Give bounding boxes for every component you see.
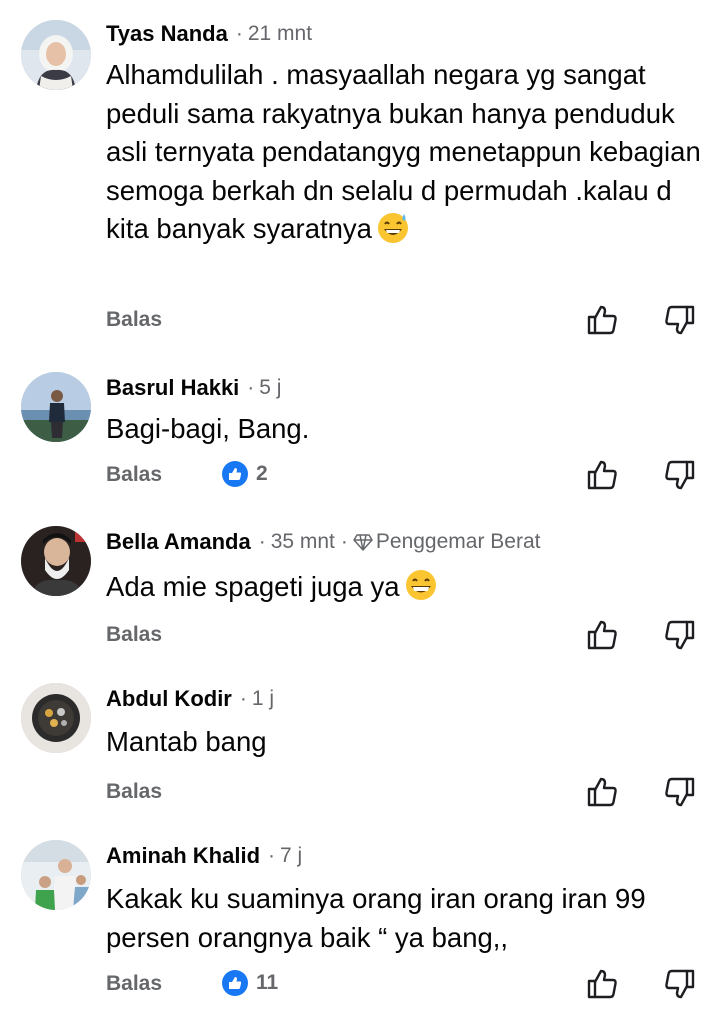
comment-text: Ada mie spageti juga ya [106, 571, 400, 602]
timestamp[interactable]: 21 mnt [248, 22, 312, 46]
reply-button[interactable]: Balas [106, 780, 162, 804]
like-reaction-icon [222, 970, 248, 996]
comment-text: Mantab bang [106, 726, 267, 757]
avatar[interactable] [21, 526, 91, 596]
like-count: 11 [256, 971, 279, 994]
grinning-sweat-emoji-icon [376, 210, 410, 244]
author-name[interactable]: Aminah Khalid [106, 843, 260, 869]
author-name[interactable]: Tyas Nanda [106, 21, 228, 47]
upvote-icon[interactable] [584, 774, 620, 810]
comment-actions: Balas [106, 616, 706, 656]
upvote-icon[interactable] [584, 617, 620, 653]
comment-text: Bagi-bagi, Bang. [106, 413, 310, 444]
reaction-summary[interactable]: 2 [222, 461, 268, 487]
avatar[interactable] [21, 20, 91, 90]
timestamp[interactable]: 1 j [252, 687, 274, 711]
comment-meta: · 1 j [239, 687, 275, 711]
timestamp[interactable]: 35 mnt [271, 530, 335, 554]
downvote-icon[interactable] [662, 774, 698, 810]
comment-meta: · 21 mnt [235, 22, 313, 46]
downvote-icon[interactable] [662, 457, 698, 493]
upvote-icon[interactable] [584, 457, 620, 493]
timestamp[interactable]: 5 j [259, 376, 281, 400]
reply-button[interactable]: Balas [106, 623, 162, 647]
comment-header: Bella Amanda · 35 mnt · Penggemar Berat [106, 526, 541, 558]
comment-header: Tyas Nanda · 21 mnt [106, 18, 312, 50]
reaction-summary[interactable]: 11 [222, 970, 278, 996]
comment-body: Ada mie spageti juga ya [106, 568, 706, 607]
comment-meta: · 5 j [247, 376, 282, 400]
fan-badge: · Penggemar Berat [340, 530, 541, 553]
downvote-icon[interactable] [662, 617, 698, 653]
comment-actions: Balas [106, 301, 706, 341]
comment-actions: Balas 2 [106, 456, 706, 496]
comment-header: Aminah Khalid · 7 j [106, 840, 302, 872]
author-name[interactable]: Abdul Kodir [106, 686, 232, 712]
downvote-icon[interactable] [662, 966, 698, 1002]
upvote-icon[interactable] [584, 966, 620, 1002]
comment-header: Basrul Hakki · 5 j [106, 372, 281, 404]
badge-label: Penggemar Berat [375, 530, 541, 553]
comment-header: Abdul Kodir · 1 j [106, 683, 274, 715]
comment-actions: Balas [106, 773, 706, 813]
comment-body: Mantab bang [106, 723, 706, 762]
upvote-icon[interactable] [584, 302, 620, 338]
reply-button[interactable]: Balas [106, 463, 162, 487]
comment-meta: · 35 mnt · Penggemar Berat [258, 530, 541, 554]
avatar[interactable] [21, 372, 91, 442]
comment-text: Kakak ku suaminya orang iran orang iran … [106, 883, 646, 953]
avatar[interactable] [21, 683, 91, 753]
timestamp[interactable]: 7 j [280, 844, 302, 868]
comment-meta: · 7 j [268, 844, 303, 868]
comment-body: Alhamdulilah . masyaallah negara yg sang… [106, 56, 706, 249]
avatar[interactable] [21, 840, 91, 910]
comment-body: Bagi-bagi, Bang. [106, 410, 706, 449]
like-reaction-icon [222, 461, 248, 487]
comment-body: Kakak ku suaminya orang iran orang iran … [106, 880, 706, 957]
reply-button[interactable]: Balas [106, 972, 162, 996]
downvote-icon[interactable] [662, 302, 698, 338]
author-name[interactable]: Bella Amanda [106, 529, 251, 555]
grinning-emoji-icon [404, 568, 438, 602]
diamond-icon [353, 534, 373, 551]
comment-actions: Balas 11 [106, 965, 706, 1005]
author-name[interactable]: Basrul Hakki [106, 375, 239, 401]
like-count: 2 [256, 462, 268, 485]
reply-button[interactable]: Balas [106, 308, 162, 332]
